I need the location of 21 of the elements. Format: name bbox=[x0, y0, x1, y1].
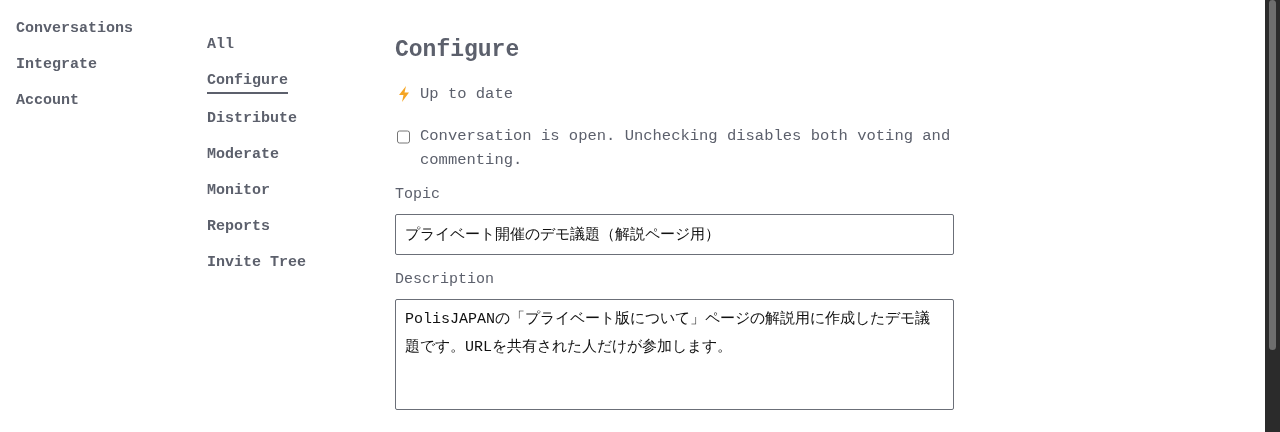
nav-link[interactable]: Integrate bbox=[16, 54, 97, 76]
nav-tab[interactable]: Distribute bbox=[207, 108, 297, 130]
scrollbar-thumb[interactable] bbox=[1269, 0, 1276, 350]
checkbox-label: Conversation is open. Unchecking disables both voting and commenting. bbox=[420, 126, 952, 171]
lightning-icon bbox=[398, 86, 410, 102]
field-label: Description bbox=[395, 270, 495, 290]
nav-tab[interactable]: Reports bbox=[207, 216, 270, 238]
field-label: Topic bbox=[395, 185, 440, 205]
page-title: Configure bbox=[395, 36, 520, 64]
nav-link[interactable]: Account bbox=[16, 90, 79, 112]
checkbox[interactable] bbox=[397, 130, 410, 144]
nav-link[interactable]: Conversations bbox=[16, 18, 134, 40]
nav-tab[interactable]: Configure bbox=[207, 70, 288, 94]
description-field[interactable]: PolisJAPANの「プライベート版について」ページの解説用に作成したデモ議題です。URLを共有された人だけが参加します。 bbox=[395, 299, 954, 410]
topic-field[interactable]: プライベート開催のデモ議題（解説ページ用） bbox=[395, 214, 954, 255]
nav-tab[interactable]: Monitor bbox=[207, 180, 270, 202]
status-text: Up to date bbox=[420, 84, 513, 105]
nav-tab[interactable]: Moderate bbox=[207, 144, 279, 166]
scrollbar[interactable] bbox=[1265, 0, 1280, 432]
nav-tab[interactable]: Invite Tree bbox=[207, 252, 307, 274]
nav-tab[interactable]: All bbox=[207, 34, 234, 56]
